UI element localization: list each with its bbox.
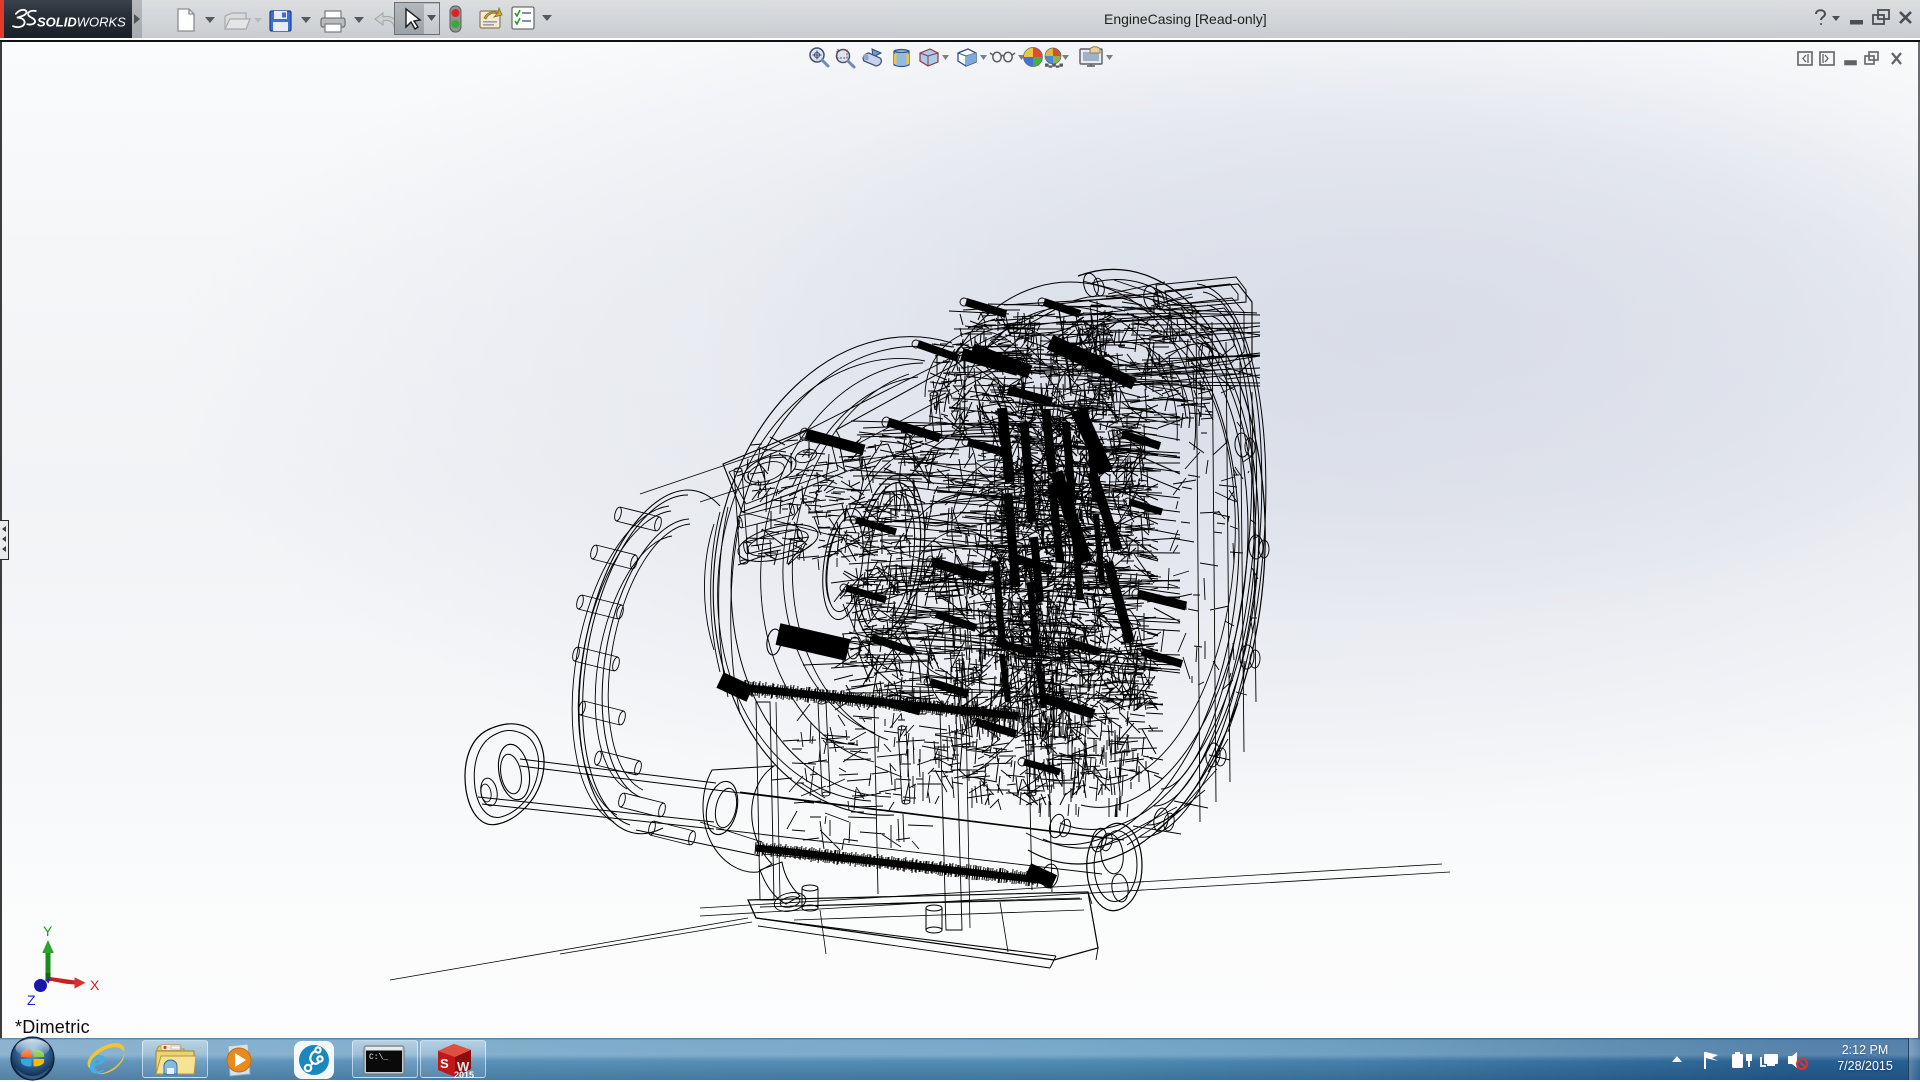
svg-text:C:\_: C:\_ bbox=[369, 1053, 388, 1062]
svg-text:X: X bbox=[90, 977, 100, 993]
svg-text:Z: Z bbox=[27, 992, 36, 1008]
svg-text:Y: Y bbox=[43, 923, 53, 939]
svg-text:S: S bbox=[440, 1056, 449, 1071]
svg-text:2015: 2015 bbox=[454, 1070, 474, 1079]
svg-text:e: e bbox=[89, 1040, 106, 1080]
